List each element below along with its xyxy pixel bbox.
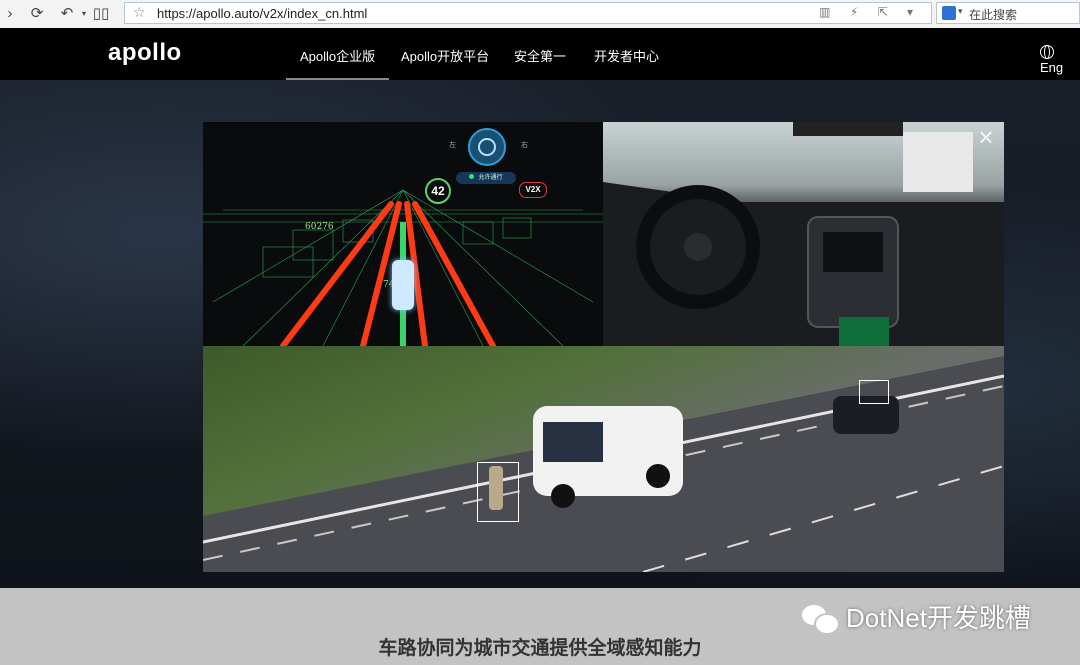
language-switcher[interactable]: Eng bbox=[1040, 45, 1080, 75]
url-text[interactable]: https://apollo.auto/v2x/index_cn.html bbox=[157, 6, 367, 21]
video-hud-pane: 左 右 允许通行 42 V2X 60276 74598 bbox=[203, 122, 603, 346]
address-bar[interactable]: ☆ https://apollo.auto/v2x/index_cn.html … bbox=[124, 2, 932, 24]
video-player[interactable]: 左 右 允许通行 42 V2X 60276 74598 × bbox=[203, 122, 1004, 572]
reading-mode-icon[interactable]: ▯▯ bbox=[91, 4, 111, 24]
wechat-icon bbox=[802, 603, 840, 635]
v2x-badge: V2X bbox=[519, 182, 547, 198]
address-tools-icons[interactable]: ▥ ⚡ ⇱ ▾ bbox=[819, 5, 921, 19]
hud-perception-graphic bbox=[203, 189, 603, 346]
video-caption: 车路协同为城市交通提供全域感知能力 bbox=[378, 638, 702, 659]
search-engine-icon[interactable] bbox=[942, 6, 956, 20]
site-header: apollo Apollo企业版 Apollo开放平台 安全第一 开发者中心 E… bbox=[0, 28, 1080, 80]
globe-icon bbox=[1040, 45, 1054, 59]
nav-item-open-platform[interactable]: Apollo开放平台 bbox=[401, 46, 489, 65]
caption-band: DotNet开发跳槽 车路协同为城市交通提供全域感知能力 bbox=[0, 588, 1080, 665]
hud-status-pill: 允许通行 bbox=[456, 172, 516, 184]
language-label: Eng bbox=[1040, 60, 1064, 75]
steering-wheel-icon bbox=[468, 128, 506, 166]
nav-item-enterprise[interactable]: Apollo企业版 bbox=[285, 46, 390, 80]
bookmark-star-icon[interactable]: ☆ bbox=[133, 4, 146, 21]
browser-toolbar: › ⟳ ↶ ▾ ▯▯ ☆ https://apollo.auto/v2x/ind… bbox=[0, 0, 1080, 29]
nav-item-safety[interactable]: 安全第一 bbox=[514, 46, 566, 65]
search-input[interactable]: 在此搜索 bbox=[969, 6, 1017, 23]
watermark: DotNet开发跳槽 bbox=[802, 598, 1031, 635]
video-road-pane bbox=[203, 346, 1004, 572]
apollo-logo[interactable]: apollo bbox=[108, 39, 182, 67]
chevron-down-icon[interactable]: ▾ bbox=[958, 6, 963, 17]
obstacle-id-label: 60276 bbox=[305, 222, 334, 232]
forward-icon[interactable]: › bbox=[0, 4, 20, 24]
search-box[interactable]: ▾ 在此搜索 bbox=[936, 2, 1080, 24]
hud-right-label: 右 bbox=[521, 142, 528, 149]
nav-item-developer[interactable]: 开发者中心 bbox=[594, 46, 659, 65]
watermark-text: DotNet开发跳槽 bbox=[846, 603, 1031, 633]
refresh-icon[interactable]: ⟳ bbox=[27, 4, 47, 24]
ego-vehicle-icon bbox=[392, 260, 414, 310]
pedestrian-detection-box bbox=[477, 462, 519, 522]
video-cabin-pane: × bbox=[603, 122, 1004, 346]
cabin-scene bbox=[603, 122, 1004, 346]
vehicle-detection-box bbox=[859, 380, 889, 404]
speed-indicator: 42 bbox=[425, 178, 451, 204]
hud-status-text: 允许通行 bbox=[478, 175, 503, 181]
close-icon[interactable]: × bbox=[974, 124, 998, 150]
hud-left-label: 左 bbox=[449, 142, 456, 149]
